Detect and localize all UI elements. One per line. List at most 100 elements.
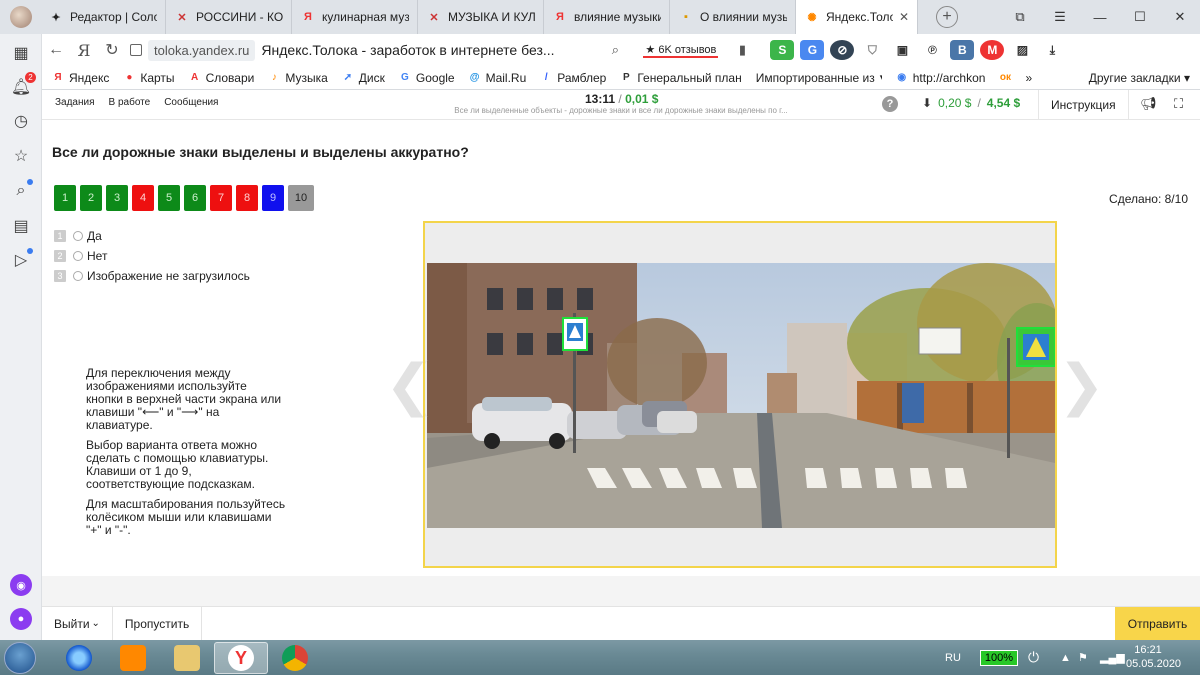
maximize-icon[interactable]: ☐ [1120, 0, 1160, 34]
bookmark-11[interactable]: ◉ http://archkon [896, 71, 985, 85]
search-icon[interactable]: ⌕ [601, 42, 629, 58]
bookmark-icon[interactable]: ▮ [728, 42, 756, 58]
task-button-4[interactable]: 4 [132, 185, 154, 211]
radio-button[interactable] [73, 231, 83, 241]
play-icon[interactable]: ▷ [10, 248, 33, 271]
menu-icon[interactable]: ☰ [1040, 0, 1080, 34]
reviews-badge[interactable]: ★ 6K отзывов [643, 43, 719, 58]
mail-ru-icon[interactable]: M [980, 40, 1005, 60]
download-icon[interactable]: ⤓ [1040, 40, 1064, 60]
search-page-icon[interactable]: ⌕ [10, 179, 33, 202]
puzzle-icon[interactable]: ▣ [890, 40, 914, 60]
bookmarks-more-button[interactable]: » [1025, 71, 1032, 85]
bookmark-8[interactable]: / Рамблер [540, 71, 606, 85]
bookmark-7[interactable]: @ Mail.Ru [469, 71, 527, 85]
close-window-icon[interactable]: ✕ [1160, 0, 1200, 34]
tab-1[interactable]: ✦ Редактор | Соло [40, 0, 166, 34]
radio-button[interactable] [73, 271, 83, 281]
collections-icon[interactable]: ▤ [10, 215, 32, 237]
translate-extension-icon[interactable]: G [800, 40, 825, 60]
submit-button[interactable]: Отправить [1115, 607, 1200, 641]
alice-voice-icon[interactable]: ● [10, 608, 32, 630]
explorer-taskbar-button[interactable] [160, 642, 214, 674]
nav-messages[interactable]: Сообщения [164, 97, 218, 108]
bookmark-3[interactable]: A Словари [189, 71, 254, 85]
bookmark-10[interactable]: Импортированные из ▾ [756, 71, 882, 85]
star-icon[interactable]: ☆ [10, 145, 32, 167]
minimize-icon[interactable]: — [1080, 0, 1120, 34]
task-button-6[interactable]: 6 [184, 185, 206, 211]
network-icon[interactable]: ▂▄▆ [1100, 640, 1125, 675]
tab-2[interactable]: ✕ РОССИНИ - КОМ [166, 0, 292, 34]
tab-5[interactable]: Явлияние музыки [544, 0, 670, 34]
nav-in-progress[interactable]: В работе [109, 97, 151, 108]
close-icon[interactable]: ✕ [899, 10, 909, 24]
alice-icon[interactable]: ◉ [10, 574, 32, 596]
tabs-view-icon[interactable]: ⧉ [1000, 0, 1040, 34]
option-no[interactable]: 2 Нет [54, 246, 250, 266]
skip-button[interactable]: Пропустить [113, 606, 203, 641]
task-button-8[interactable]: 8 [236, 185, 258, 211]
other-bookmarks[interactable]: Другие закладки ▾ [1089, 71, 1200, 85]
megaphone-icon[interactable]: 📢︎ [1140, 96, 1157, 112]
battery-indicator[interactable]: 100% [980, 650, 1018, 666]
next-arrow-overlay[interactable]: ❯ [1058, 352, 1105, 418]
task-button-7[interactable]: 7 [210, 185, 232, 211]
bookmark-1[interactable]: Я Яндекс [52, 71, 109, 85]
skype-extension-icon[interactable]: S [770, 40, 795, 60]
shield-icon[interactable]: ⛉ [860, 40, 884, 60]
new-tab-button[interactable]: + [936, 6, 958, 28]
bookmark-12[interactable]: ок [999, 72, 1011, 84]
yandex-home-icon[interactable]: Я [70, 41, 98, 60]
tab-4[interactable]: ✕ МУЗЫКА И КУЛИ [418, 0, 544, 34]
profile-avatar[interactable] [10, 6, 32, 28]
media-taskbar-button[interactable] [106, 642, 160, 674]
tab-6[interactable]: ▪ О влиянии музы [670, 0, 796, 34]
power-icon[interactable]: ⏻ [1028, 640, 1039, 675]
task-button-9[interactable]: 9 [262, 185, 284, 211]
prev-arrow-overlay[interactable]: ❮ [385, 352, 432, 418]
tab-active[interactable]: ✺ Яндекс.Толок ✕ [796, 0, 918, 34]
language-indicator[interactable]: RU [945, 640, 961, 675]
chrome-taskbar-button[interactable] [268, 642, 322, 674]
bookmark-4[interactable]: ♪ Музыка [268, 71, 328, 85]
back-icon[interactable]: ← [42, 41, 70, 59]
exit-button[interactable]: Выйти ⌄ [42, 606, 113, 641]
help-icon[interactable]: ? [882, 96, 898, 112]
history-icon[interactable]: ◷ [10, 110, 32, 132]
chat-icon[interactable]: ▨ [1010, 40, 1034, 60]
bell-icon[interactable]: 🔔︎ 2 [10, 72, 36, 98]
bookmark-5[interactable]: ➚ Диск [342, 71, 385, 85]
bookmark-6[interactable]: G Google [399, 71, 455, 85]
vpn-extension-icon[interactable]: ⊘ [830, 40, 855, 60]
option-yes[interactable]: 1 Да [54, 226, 250, 246]
download-balance-icon[interactable]: ⬇ [922, 96, 932, 110]
bookmark-9[interactable]: P Генеральный план [620, 71, 742, 85]
task-button-2[interactable]: 2 [80, 185, 102, 211]
vk-icon[interactable]: В [950, 40, 975, 60]
radio-button[interactable] [73, 251, 83, 261]
ie-taskbar-button[interactable] [52, 642, 106, 674]
flag-icon[interactable]: ⚑ [1078, 640, 1088, 675]
task-image-frame[interactable]: ❮ ❯ [423, 221, 1057, 568]
task-button-10[interactable]: 10 [288, 185, 314, 211]
task-button-1[interactable]: 1 [54, 185, 76, 211]
system-clock[interactable]: 16:21 05.05.2020 [1126, 643, 1181, 671]
grid-icon[interactable]: ▦ [10, 42, 32, 64]
nav-tasks[interactable]: Задания [55, 97, 95, 108]
task-button-3[interactable]: 3 [106, 185, 128, 211]
show-hidden-icons[interactable]: ▲ [1060, 640, 1071, 675]
url-field[interactable]: toloka.yandex.ru [130, 38, 256, 62]
reload-icon[interactable]: ↻ [98, 40, 126, 60]
yandex-browser-taskbar-button[interactable]: Y [214, 642, 268, 674]
instruction-button[interactable]: Инструкция [1038, 90, 1129, 120]
pinterest-icon[interactable]: ℗ [920, 40, 944, 60]
balance: ⬇ 0,20 $ / 4,54 $ [922, 96, 1020, 110]
task-button-5[interactable]: 5 [158, 185, 180, 211]
option-not-loaded[interactable]: 3 Изображение не загрузилось [54, 266, 250, 286]
start-button[interactable] [4, 642, 36, 674]
tab-3[interactable]: Якулинарная муз [292, 0, 418, 34]
fullscreen-icon[interactable]: ⛶ [1174, 96, 1183, 112]
street-photo[interactable] [427, 263, 1055, 528]
bookmark-2[interactable]: ● Карты [123, 71, 174, 85]
